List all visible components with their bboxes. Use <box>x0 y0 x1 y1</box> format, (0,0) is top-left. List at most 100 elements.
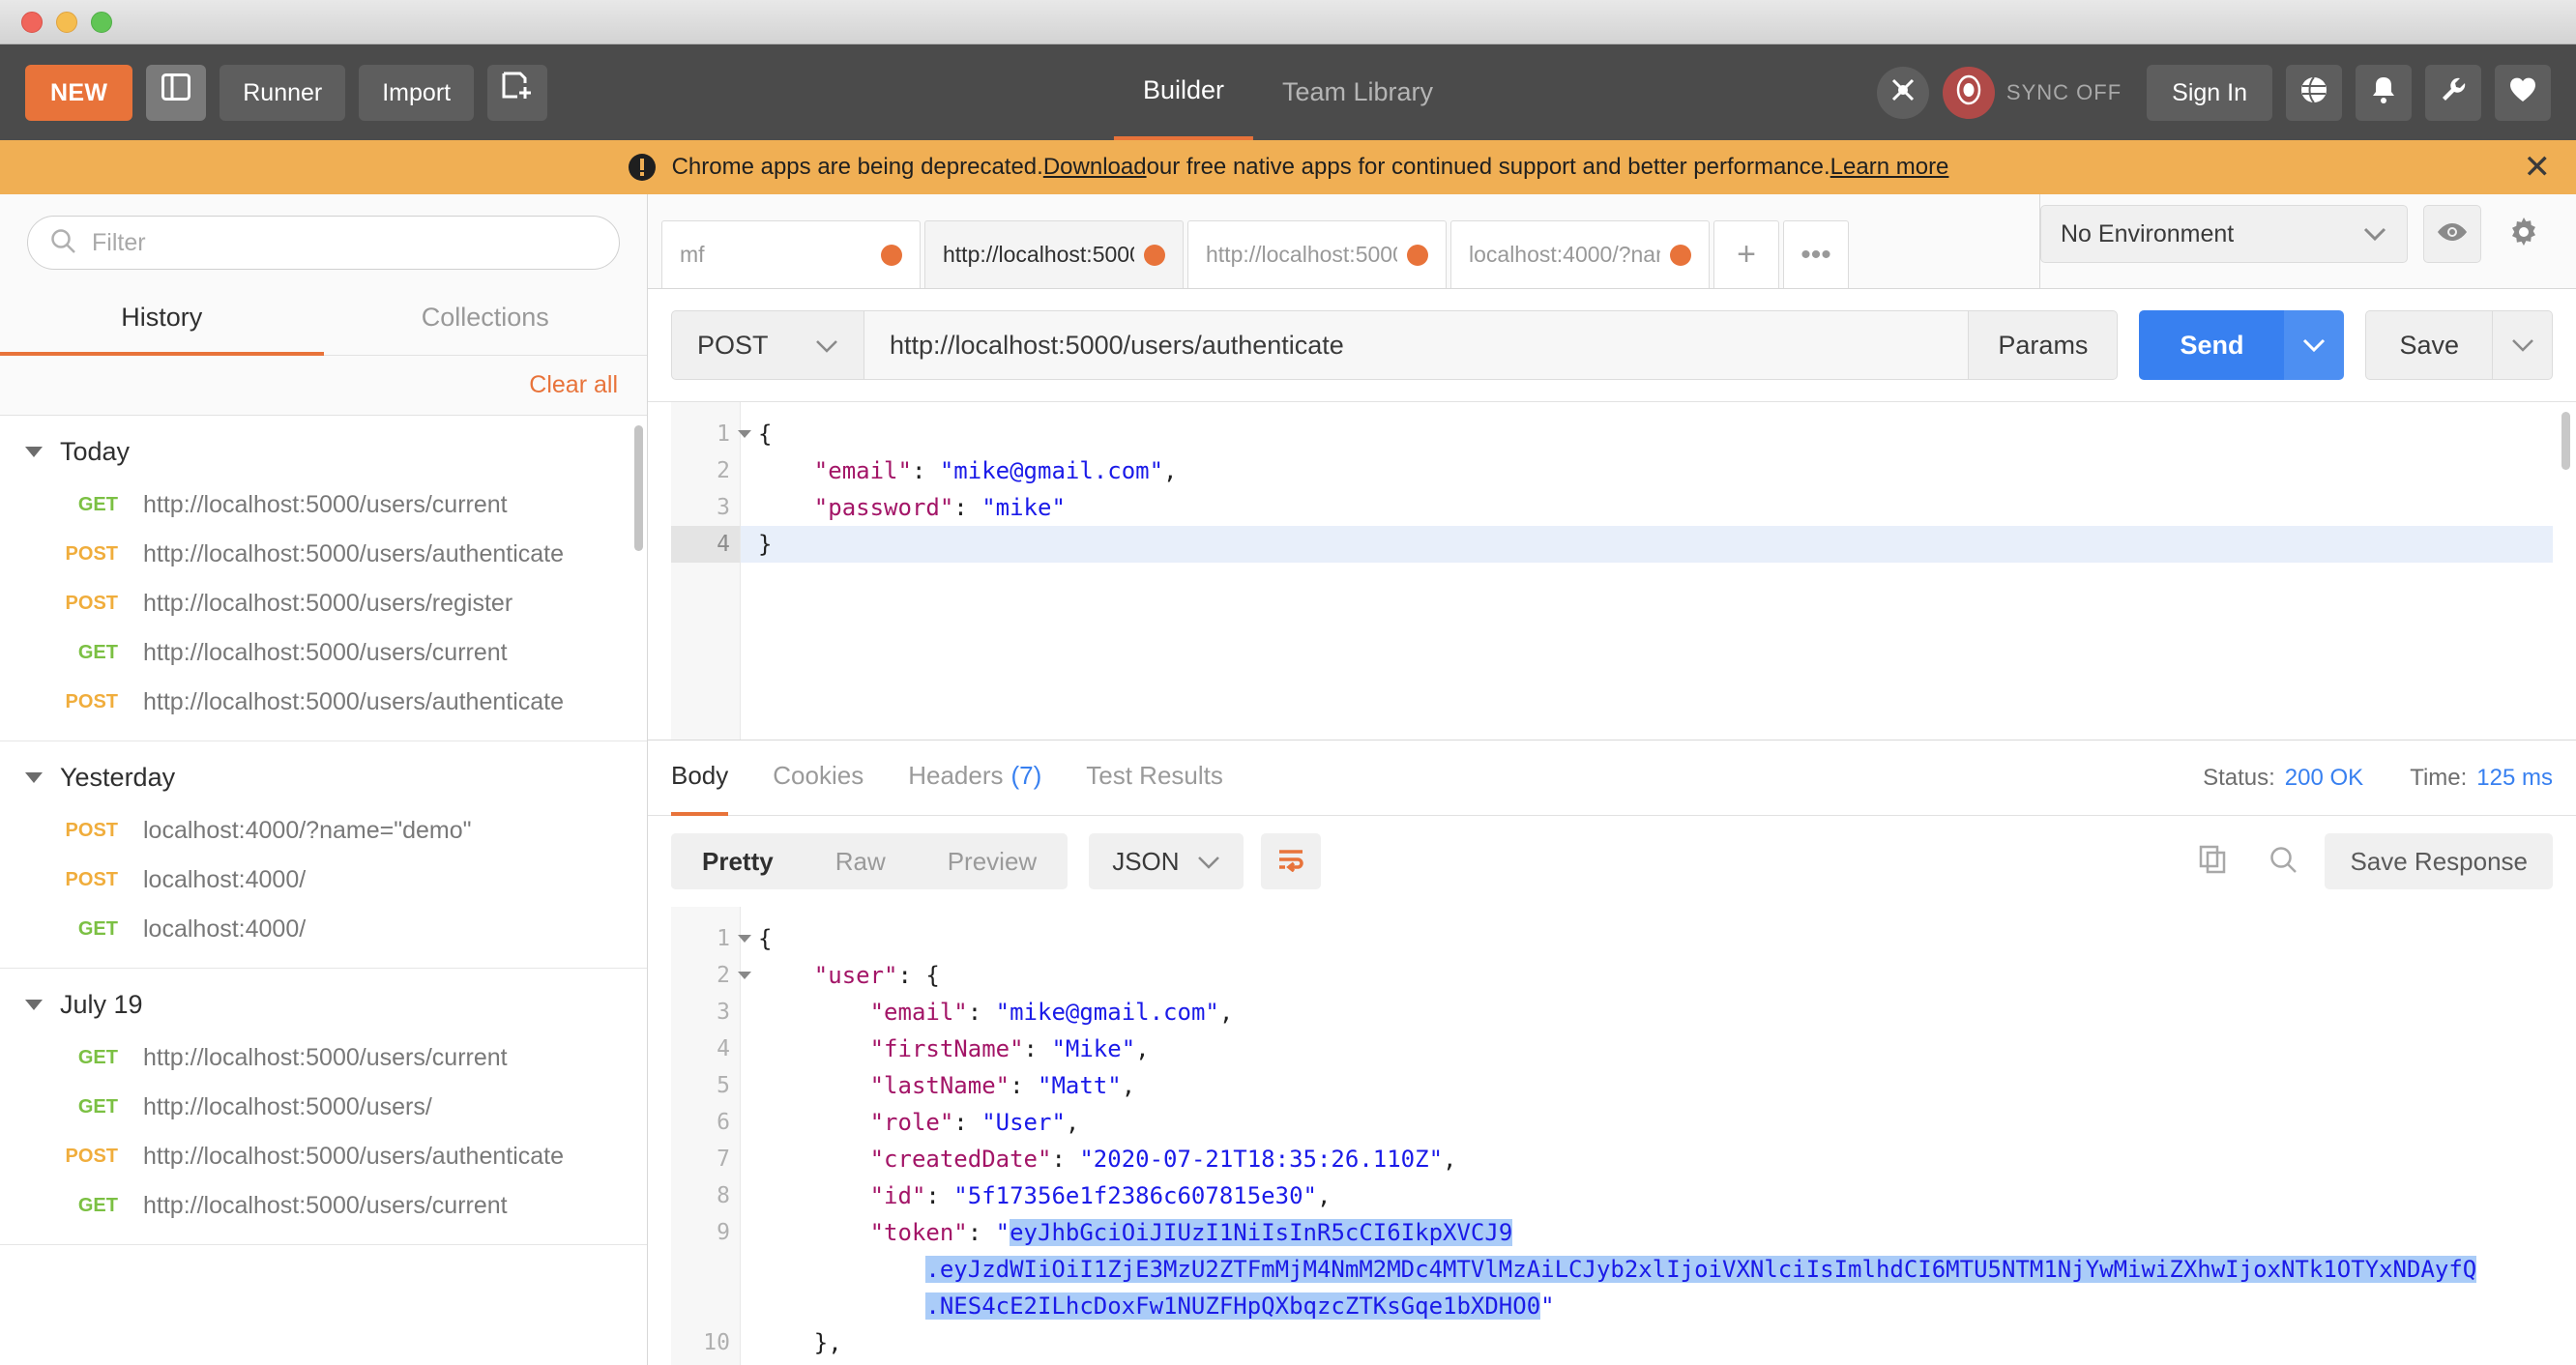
new-tab-button[interactable] <box>487 64 548 121</box>
code-line[interactable]: "id": "5f17356e1f2386c607815e30", <box>758 1177 2553 1214</box>
code-line[interactable]: "email": "mike@gmail.com", <box>758 994 2553 1031</box>
code-line[interactable]: { <box>758 920 2553 957</box>
line-number <box>671 1288 740 1324</box>
copy-response-button[interactable] <box>2185 833 2241 889</box>
history-item-url: http://localhost:5000/users/current <box>143 1192 508 1219</box>
banner-learn-more-link[interactable]: Learn more <box>1830 154 1949 181</box>
response-format-tab[interactable]: Raw <box>805 833 917 889</box>
sidebar-toggle-button[interactable] <box>146 64 207 121</box>
window-minimize-button[interactable] <box>56 11 77 33</box>
window-close-button[interactable] <box>21 11 43 33</box>
sidebar-scrollbar[interactable] <box>634 425 643 551</box>
request-tab[interactable]: http://localhost:5000/ <box>1187 220 1447 288</box>
response-tab[interactable]: Headers (7) <box>908 741 1041 816</box>
response-language-selector[interactable]: JSON <box>1089 833 1244 889</box>
request-code-pane[interactable]: 1 2 3 4 { "email": "mike@gmail.com", "passw… <box>671 402 2553 740</box>
code-line[interactable]: .eyJzdWIiOiI1ZjE3MzU2ZTFmMjM4NmM2MDc4MTV… <box>758 1251 2553 1288</box>
code-line[interactable]: }, <box>758 1324 2553 1361</box>
environment-selector[interactable]: No Environment <box>2040 205 2408 263</box>
banner-close-icon[interactable]: ✕ <box>2524 151 2552 184</box>
add-request-tab-button[interactable]: + <box>1713 220 1779 288</box>
runner-button[interactable]: Runner <box>220 64 346 121</box>
environment-settings-button[interactable] <box>2495 205 2553 263</box>
history-item[interactable]: GET localhost:4000/ <box>0 905 647 954</box>
history-item[interactable]: GET http://localhost:5000/users/ <box>0 1083 647 1132</box>
request-code-lines[interactable]: { "email": "mike@gmail.com", "password":… <box>741 402 2553 740</box>
sign-in-button[interactable]: Sign In <box>2147 64 2272 121</box>
history-item[interactable]: POST localhost:4000/ <box>0 856 647 905</box>
sync-icon <box>1952 73 1985 111</box>
globe-button[interactable] <box>2286 64 2342 121</box>
sidebar-tab-collections[interactable]: Collections <box>324 285 648 356</box>
code-line[interactable]: "token": "eyJhbGciOiJIUzI1NiIsInR5cCI6Ik… <box>758 1214 2553 1251</box>
code-line[interactable]: "message": "User logged in successfully" <box>758 1361 2553 1365</box>
code-line[interactable]: } <box>741 526 2553 563</box>
response-format-tab[interactable]: Pretty <box>671 833 805 889</box>
request-tab[interactable]: mf <box>661 220 921 288</box>
save-response-button[interactable]: Save Response <box>2325 833 2553 889</box>
response-code-lines[interactable]: { "user": { "email": "mike@gmail.com", "… <box>741 907 2553 1365</box>
history-group-header[interactable]: Yesterday <box>0 741 647 806</box>
line-number <box>671 1251 740 1288</box>
request-tabs-more-button[interactable]: ••• <box>1783 220 1849 288</box>
history-item[interactable]: POST http://localhost:5000/users/register <box>0 579 647 628</box>
response-tab[interactable]: Body <box>671 741 729 816</box>
code-line[interactable]: "user": { <box>758 957 2553 994</box>
search-response-button[interactable] <box>2255 833 2311 889</box>
nav-tab-team-library[interactable]: Team Library <box>1253 44 1462 140</box>
save-request-button[interactable]: Save <box>2365 310 2493 380</box>
history-item[interactable]: GET http://localhost:5000/users/current <box>0 1181 647 1231</box>
history-item[interactable]: POST http://localhost:5000/users/authenti… <box>0 1132 647 1181</box>
history-group-header[interactable]: July 19 <box>0 969 647 1033</box>
clear-all-button[interactable]: Clear all <box>529 371 618 398</box>
request-body-editor[interactable]: 1 2 3 4 { "email": "mike@gmail.com", "passw… <box>648 402 2576 741</box>
history-item-method: POST <box>65 691 118 712</box>
word-wrap-button[interactable] <box>1260 833 1321 889</box>
history-item[interactable]: POST http://localhost:5000/users/authenti… <box>0 530 647 579</box>
response-format-tab[interactable]: Preview <box>917 833 1068 889</box>
history-item[interactable]: GET http://localhost:5000/users/current <box>0 480 647 530</box>
save-options-button[interactable] <box>2493 310 2553 380</box>
code-line[interactable]: "password": "mike" <box>758 489 2553 526</box>
code-line[interactable]: "email": "mike@gmail.com", <box>758 452 2553 489</box>
response-body-editor[interactable]: 123456789101112 { "user": { "email": "mi… <box>648 907 2576 1365</box>
request-editor-scrollbar[interactable] <box>2561 412 2570 470</box>
request-tab[interactable]: localhost:4000/?name <box>1450 220 1710 288</box>
send-button[interactable]: Send <box>2139 310 2285 380</box>
request-tab[interactable]: http://localhost:5000/ <box>924 220 1184 288</box>
favorites-button[interactable] <box>2495 64 2551 121</box>
code-line[interactable]: { <box>758 416 2553 452</box>
code-line[interactable]: "firstName": "Mike", <box>758 1031 2553 1067</box>
history-item[interactable]: POST localhost:4000/?name="demo" <box>0 806 647 856</box>
code-line[interactable]: "lastName": "Matt", <box>758 1067 2553 1104</box>
response-tab[interactable]: Cookies <box>773 741 864 816</box>
code-line[interactable]: "role": "User", <box>758 1104 2553 1141</box>
params-button[interactable]: Params <box>1969 310 2119 380</box>
environment-quick-look-button[interactable] <box>2423 205 2481 263</box>
response-code-pane[interactable]: 123456789101112 { "user": { "email": "mi… <box>671 907 2553 1365</box>
window-maximize-button[interactable] <box>91 11 112 33</box>
send-options-button[interactable] <box>2284 310 2345 380</box>
request-url-input[interactable] <box>864 310 1970 380</box>
code-line[interactable]: .NES4cE2ILhcDoxFw1NUZFHpQXbqzcZTKsGqe1bX… <box>758 1288 2553 1324</box>
banner-download-link[interactable]: Download <box>1043 154 1147 181</box>
filter-input[interactable] <box>92 228 598 257</box>
history-item[interactable]: POST http://localhost:5000/users/authenti… <box>0 678 647 727</box>
sync-status-button[interactable] <box>1942 66 1995 119</box>
caret-down-icon <box>25 772 43 783</box>
import-button[interactable]: Import <box>359 64 475 121</box>
response-tab[interactable]: Test Results <box>1086 741 1223 816</box>
new-button[interactable]: NEW <box>25 64 133 121</box>
http-method-selector[interactable]: POST <box>671 310 864 380</box>
history-item[interactable]: GET http://localhost:5000/users/current <box>0 1033 647 1083</box>
history-item[interactable]: GET http://localhost:5000/users/current <box>0 628 647 678</box>
filter-box[interactable] <box>27 216 620 270</box>
nav-tab-builder[interactable]: Builder <box>1113 44 1253 140</box>
notifications-button[interactable] <box>2356 64 2412 121</box>
history-list[interactable]: Today GET http://localhost:5000/users/curr… <box>0 416 647 1365</box>
history-group-header[interactable]: Today <box>0 416 647 480</box>
settings-wrench-button[interactable] <box>2425 64 2481 121</box>
sidebar-tab-history[interactable]: History <box>0 285 324 356</box>
interceptor-button[interactable] <box>1876 66 1929 119</box>
code-line[interactable]: "createdDate": "2020-07-21T18:35:26.110Z… <box>758 1141 2553 1177</box>
